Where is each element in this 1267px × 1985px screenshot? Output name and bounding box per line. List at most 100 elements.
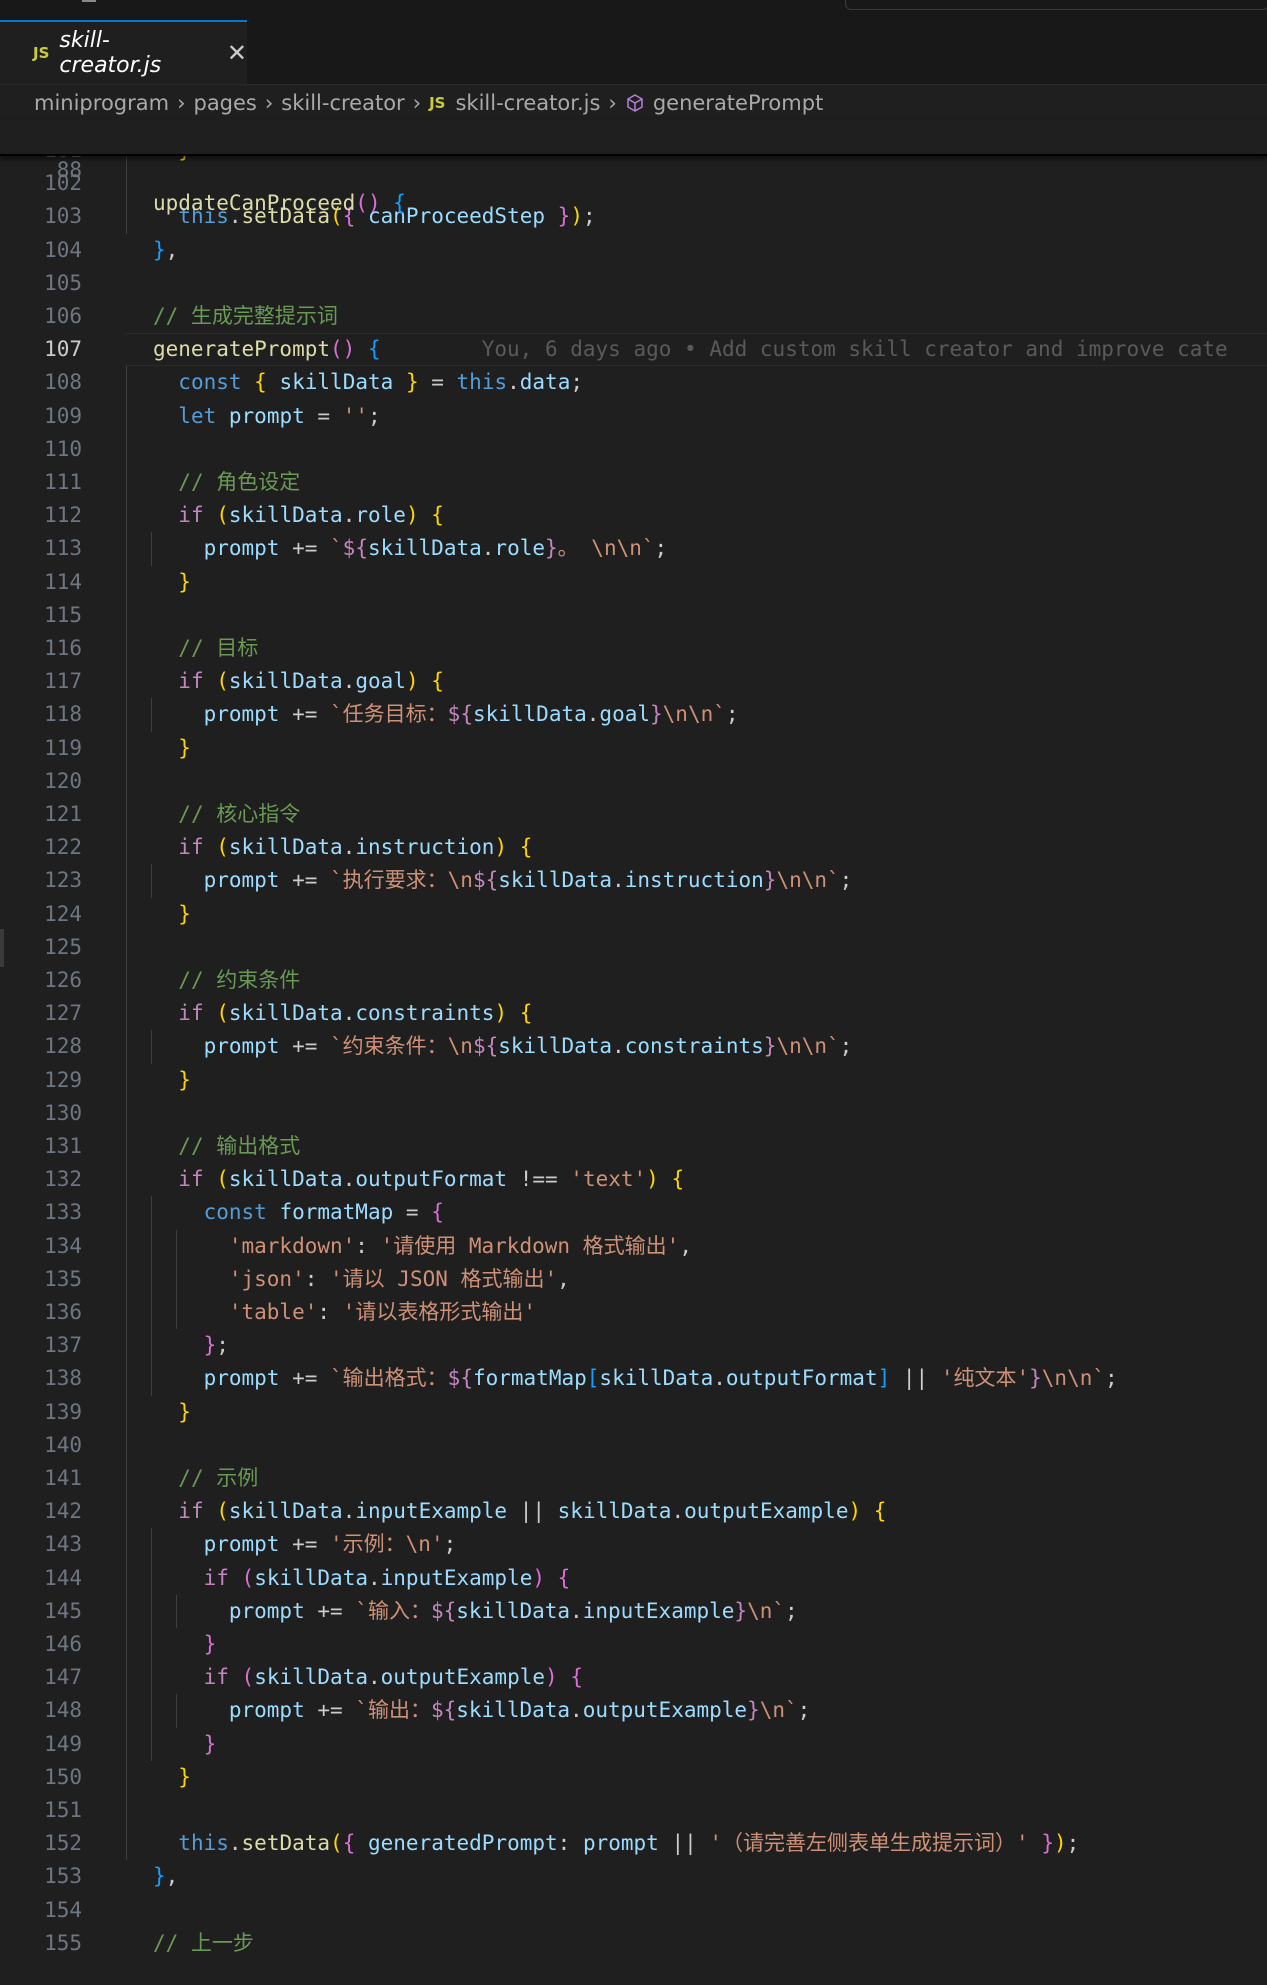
code-token: ; (725, 702, 739, 727)
code-token: } (650, 702, 663, 727)
code-line[interactable]: 155 // 上一步 (0, 1927, 1267, 1960)
breadcrumb-item-symbol[interactable]: generatePrompt (653, 91, 823, 115)
code-token: ) (494, 835, 508, 860)
indent-guide (126, 399, 127, 433)
code-line[interactable]: 152 this.setData({ generatedPrompt: prom… (0, 1827, 1267, 1861)
code-token: '请以 JSON 格式输出' (330, 1266, 558, 1291)
code-token: { (431, 503, 444, 528)
code-line[interactable]: 117 if (skillData.goal) { (0, 665, 1267, 699)
code-line[interactable]: 111 // 角色设定 (0, 466, 1267, 500)
code-text: // 角色设定 (153, 466, 300, 499)
code-token: // 上一步 (153, 1930, 254, 1955)
code-line[interactable]: 154 (0, 1894, 1267, 1927)
code-line[interactable]: 110 (0, 432, 1267, 466)
code-line[interactable]: 127 if (skillData.constraints) { (0, 997, 1267, 1031)
code-line[interactable]: 118 prompt += `任务目标：${skillData.goal}\n\… (0, 698, 1267, 732)
code-line[interactable]: 105 (0, 267, 1267, 300)
code-line[interactable]: 132 if (skillData.outputFormat !== 'text… (0, 1163, 1267, 1197)
code-token: // 约束条件 (178, 968, 301, 992)
code-line[interactable]: 124 } (0, 897, 1267, 931)
code-line[interactable]: 119 } (0, 731, 1267, 765)
breadcrumb-item-skill-creator[interactable]: skill-creator (281, 91, 404, 115)
code-text: // 目标 (153, 632, 258, 665)
code-line[interactable]: 113 prompt += `${skillData.role}。 \n\n`; (0, 532, 1267, 566)
code-line[interactable]: 122 if (skillData.instruction) { (0, 831, 1267, 865)
line-number: 119 (44, 735, 82, 760)
code-line[interactable]: 104}, (0, 234, 1267, 267)
code-line[interactable]: 107 generatePrompt() { You, 6 days ago • … (0, 333, 1267, 367)
code-line[interactable]: 130 (0, 1096, 1267, 1130)
line-number: 120 (44, 768, 82, 793)
code-token: `约束条件：\n (330, 1034, 473, 1059)
code-text: prompt += `${skillData.role}。 \n\n`; (153, 532, 668, 565)
line-number: 137 (44, 1333, 82, 1358)
code-line[interactable]: 114 } (0, 565, 1267, 599)
code-line[interactable]: 108 const { skillData } = this.data; (0, 366, 1267, 400)
breadcrumb-item-miniprogram[interactable]: miniprogram (34, 91, 169, 115)
code-line[interactable]: 116 // 目标 (0, 632, 1267, 666)
code-line[interactable]: 148 prompt += `输出：${skillData.outputExam… (0, 1694, 1267, 1728)
code-line[interactable]: 125 (0, 930, 1267, 964)
code-token: : (317, 1300, 343, 1324)
code-token: { (431, 1200, 444, 1225)
code-token: += (279, 868, 331, 893)
code-token: ${ (472, 868, 499, 893)
code-line[interactable]: 109 let prompt = ''; (0, 399, 1267, 433)
code-line[interactable]: 121 // 核心指令 (0, 798, 1267, 832)
line-number: 112 (44, 503, 82, 528)
code-line[interactable]: 128 prompt += `约束条件：\n${skillData.constr… (0, 1030, 1267, 1064)
line-number: 123 (44, 868, 82, 893)
code-line[interactable]: 145 prompt += `输入：${skillData.inputExamp… (0, 1594, 1267, 1628)
code-token: } (203, 1333, 217, 1358)
indent-guide (126, 731, 127, 765)
code-line[interactable]: 133 const formatMap = { (0, 1196, 1267, 1230)
code-line[interactable]: 123 prompt += `执行要求：\n${skillData.instru… (0, 864, 1267, 898)
sticky-scroll-header[interactable]: 88 updateCanProceed() { (0, 121, 1267, 215)
code-line[interactable]: 141 // 示例 (0, 1462, 1267, 1496)
code-line[interactable]: 129 } (0, 1063, 1267, 1097)
tab-skill-creator-js[interactable]: JS skill-creator.js ✕ (0, 20, 247, 84)
code-line[interactable]: 142 if (skillData.inputExample || skillD… (0, 1495, 1267, 1529)
code-line[interactable]: 146 } (0, 1628, 1267, 1662)
code-line[interactable]: 143 prompt += '示例：\n'; (0, 1528, 1267, 1562)
code-token: . (586, 702, 600, 727)
code-token: skillData (279, 370, 394, 395)
code-line[interactable]: 134 'markdown': '请使用 Markdown 格式输出', (0, 1229, 1267, 1263)
code-line[interactable]: 131 // 输出格式 (0, 1130, 1267, 1164)
breadcrumb-item-file[interactable]: skill-creator.js (455, 91, 600, 115)
code-text: }; (153, 1329, 229, 1362)
code-token: ( (241, 1665, 255, 1690)
code-line[interactable]: 137 }; (0, 1329, 1267, 1363)
code-line[interactable]: 139 } (0, 1395, 1267, 1429)
code-editor[interactable]: 101 }102103 this.setData({ canProceedSte… (0, 154, 1267, 1985)
code-line[interactable]: 136 'table': '请以表格形式输出' (0, 1296, 1267, 1330)
code-token: if (178, 1499, 204, 1524)
code-token: skillData (456, 1698, 571, 1723)
code-line[interactable]: 149 } (0, 1727, 1267, 1761)
code-line[interactable]: 120 (0, 764, 1267, 798)
chevron-right-icon: › (412, 91, 422, 115)
code-line[interactable]: 115 (0, 598, 1267, 632)
code-line[interactable]: 112 if (skillData.role) { (0, 499, 1267, 533)
code-token: ; (367, 403, 381, 428)
git-blame-annotation: You, 6 days ago • Add custom skill creat… (380, 337, 1228, 362)
breadcrumb-item-pages[interactable]: pages (193, 91, 256, 115)
command-center[interactable] (845, 0, 1267, 10)
code-token: inputExample (355, 1499, 508, 1524)
line-number: 145 (44, 1598, 82, 1623)
code-line[interactable]: 106 // 生成完整提示词 (0, 300, 1267, 333)
code-line[interactable]: 140 (0, 1428, 1267, 1462)
code-line[interactable]: 126 // 约束条件 (0, 964, 1267, 998)
code-line[interactable]: 151 (0, 1794, 1267, 1828)
code-line[interactable]: 147 if (skillData.outputExample) { (0, 1661, 1267, 1695)
close-icon[interactable]: ✕ (227, 39, 247, 67)
code-line[interactable]: 138 prompt += `输出格式：${formatMap[skillDat… (0, 1362, 1267, 1396)
code-token: ] (877, 1366, 891, 1391)
code-line[interactable]: 135 'json': '请以 JSON 格式输出', (0, 1262, 1267, 1296)
code-line[interactable]: 144 if (skillData.inputExample) { (0, 1561, 1267, 1595)
indent-guide (126, 1196, 127, 1230)
code-line[interactable]: 153}, (0, 1860, 1267, 1893)
code-line[interactable]: 150 } (0, 1760, 1267, 1794)
